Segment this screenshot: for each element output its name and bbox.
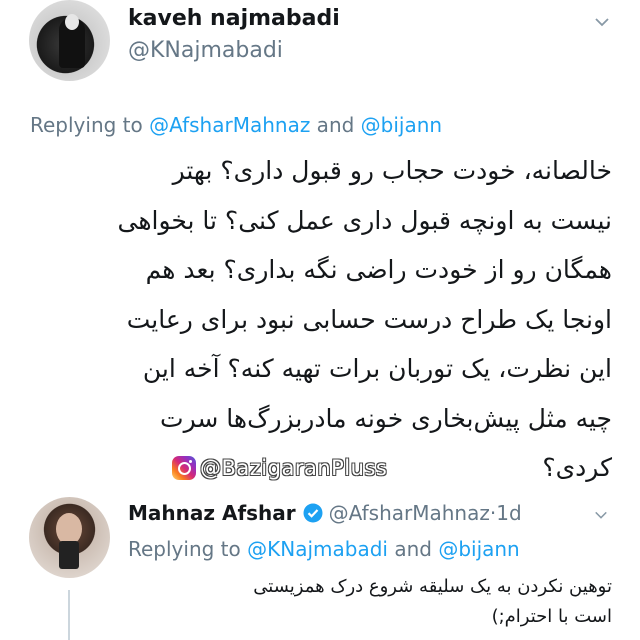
tweet2-header: Mahnaz Afshar @AfsharMahnaz · 1d [128,501,522,525]
chevron-down-icon[interactable] [594,508,608,522]
watermark: @BazigaranPluss [172,454,387,482]
tweet2-display-name[interactable]: Mahnaz Afshar [128,501,296,525]
mention-link-bijann[interactable]: @bijann [361,113,442,137]
mention-link-bijann[interactable]: @bijann [438,537,519,561]
tweet1-body: خالصانه، خودت حجاب رو قبول داری؟ بهتر نی… [22,146,612,493]
thread-line [68,590,70,640]
instagram-icon [172,456,196,480]
tweet1-display-name[interactable]: kaveh najmabadi [128,6,340,31]
chevron-down-icon[interactable] [594,14,610,30]
tweet2-handle[interactable]: @AfsharMahnaz [329,501,490,525]
replying-to-label: Replying to [30,113,150,137]
tweet2-timestamp[interactable]: 1d [496,501,521,525]
tweet1-line: نیست به اونچه قبول داری عمل کنی؟ تا بخوا… [117,205,612,235]
tweet1-line: خالصانه، خودت حجاب رو قبول داری؟ بهتر [172,156,612,185]
tweet1-line: این نظرت، یک توربان برات تهیه کنه؟ آخه ا… [142,354,612,383]
tweet2-replying-to: Replying to @KNajmabadi and @bijann [128,537,520,561]
avatar-phone [59,541,79,569]
watermark-text: @BazigaranPluss [200,456,388,480]
mention-link-knajmabadi[interactable]: @KNajmabadi [247,537,388,561]
verified-badge-icon [303,503,323,523]
mention-link-afsharmahnaz[interactable]: @AfsharMahnaz [149,113,310,137]
avatar-mahnaz[interactable] [29,497,110,578]
replying-to-label: Replying to [128,537,248,561]
tweet1-line: چیه مثل پیش‌بخاری خونه مادربزرگ‌ها سرت [160,403,612,433]
tweet1-line: همگان رو از خودت راضی نگه بداری؟ بعد هم [145,255,612,284]
avatar-face [65,14,79,30]
tweet2-body: توهین نکردن به یک سلیقه شروع درک همزیستی… [132,572,612,632]
tweet2-line: است با احترام;) [491,606,612,627]
and-label: and [387,537,439,561]
and-label: and [310,113,361,137]
tweet1-handle[interactable]: @KNajmabadi [128,38,283,63]
tweet1-replying-to: Replying to @AfsharMahnaz and @bijann [30,113,442,137]
tweet1-line: اونجا یک طراح درست حسابی نبود برای رعایت [126,304,612,334]
tweet2-line: توهین نکردن به یک سلیقه شروع درک همزیستی [253,576,612,597]
avatar-kaveh[interactable] [29,0,110,81]
